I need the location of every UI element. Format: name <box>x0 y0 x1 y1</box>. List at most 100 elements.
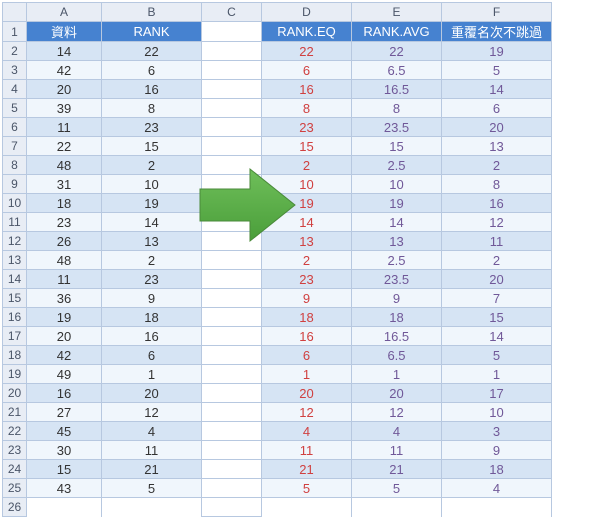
cell-rankavg[interactable]: 16.5 <box>352 327 442 346</box>
cell-rankeq[interactable]: 22 <box>262 42 352 61</box>
header-data[interactable]: 資料 <box>27 22 102 42</box>
cell-rankeq[interactable]: 6 <box>262 346 352 365</box>
cell-rank[interactable]: 6 <box>102 61 202 80</box>
cell[interactable] <box>352 498 442 517</box>
row-header[interactable]: 25 <box>3 479 27 498</box>
cell-rankeq[interactable]: 2 <box>262 251 352 270</box>
cell-nogap[interactable]: 17 <box>442 384 552 403</box>
cell-rank[interactable]: 22 <box>102 42 202 61</box>
cell-rankavg[interactable]: 12 <box>352 403 442 422</box>
cell-rank[interactable]: 11 <box>102 441 202 460</box>
cell-rank[interactable]: 15 <box>102 137 202 156</box>
cell-nogap[interactable]: 1 <box>442 365 552 384</box>
cell-rankeq[interactable]: 23 <box>262 270 352 289</box>
cell-rankavg[interactable]: 2.5 <box>352 251 442 270</box>
cell-nogap[interactable]: 7 <box>442 289 552 308</box>
cell[interactable] <box>27 498 102 517</box>
cell-data[interactable]: 45 <box>27 422 102 441</box>
cell-data[interactable]: 16 <box>27 384 102 403</box>
cell-rankeq[interactable]: 5 <box>262 479 352 498</box>
cell[interactable] <box>102 498 202 517</box>
row-header[interactable]: 24 <box>3 460 27 479</box>
cell[interactable] <box>202 498 262 517</box>
cell-data[interactable]: 30 <box>27 441 102 460</box>
cell-data[interactable]: 20 <box>27 80 102 99</box>
cell-blank[interactable] <box>202 80 262 99</box>
cell-blank[interactable] <box>202 61 262 80</box>
cell-blank[interactable] <box>202 289 262 308</box>
col-header-A[interactable]: A <box>27 3 102 22</box>
cell-nogap[interactable]: 19 <box>442 42 552 61</box>
row-header[interactable]: 16 <box>3 308 27 327</box>
cell-rankavg[interactable]: 11 <box>352 441 442 460</box>
cell-nogap[interactable]: 10 <box>442 403 552 422</box>
cell-rank[interactable]: 20 <box>102 384 202 403</box>
cell-rank[interactable]: 12 <box>102 403 202 422</box>
cell-data[interactable]: 11 <box>27 270 102 289</box>
cell-rankeq[interactable]: 2 <box>262 156 352 175</box>
cell[interactable] <box>442 498 552 517</box>
col-header-C[interactable]: C <box>202 3 262 22</box>
cell-blank[interactable] <box>202 232 262 251</box>
cell-blank[interactable] <box>202 213 262 232</box>
cell-blank[interactable] <box>202 22 262 42</box>
cell-blank[interactable] <box>202 403 262 422</box>
cell-rankavg[interactable]: 1 <box>352 365 442 384</box>
row-header[interactable]: 10 <box>3 194 27 213</box>
cell-rankeq[interactable]: 20 <box>262 384 352 403</box>
cell-nogap[interactable]: 2 <box>442 156 552 175</box>
row-header[interactable]: 6 <box>3 118 27 137</box>
row-header[interactable]: 18 <box>3 346 27 365</box>
header-rankeq[interactable]: RANK.EQ <box>262 22 352 42</box>
cell-rankeq[interactable]: 11 <box>262 441 352 460</box>
cell-rankeq[interactable]: 16 <box>262 80 352 99</box>
cell-data[interactable]: 42 <box>27 346 102 365</box>
header-nogap[interactable]: 重覆名次不跳過 <box>442 22 552 42</box>
cell-data[interactable]: 49 <box>27 365 102 384</box>
cell-rank[interactable]: 8 <box>102 99 202 118</box>
row-header[interactable]: 5 <box>3 99 27 118</box>
cell-rank[interactable]: 19 <box>102 194 202 213</box>
cell-rankavg[interactable]: 20 <box>352 384 442 403</box>
cell-rankeq[interactable]: 1 <box>262 365 352 384</box>
row-header[interactable]: 2 <box>3 42 27 61</box>
row-header[interactable]: 14 <box>3 270 27 289</box>
row-header[interactable]: 17 <box>3 327 27 346</box>
cell-rank[interactable]: 4 <box>102 422 202 441</box>
row-header[interactable]: 7 <box>3 137 27 156</box>
cell-nogap[interactable]: 11 <box>442 232 552 251</box>
cell-rank[interactable]: 13 <box>102 232 202 251</box>
cell-data[interactable]: 39 <box>27 99 102 118</box>
cell-blank[interactable] <box>202 156 262 175</box>
corner-cell[interactable] <box>3 3 27 22</box>
cell-rankeq[interactable]: 13 <box>262 232 352 251</box>
cell-rank[interactable]: 2 <box>102 156 202 175</box>
cell-data[interactable]: 14 <box>27 42 102 61</box>
cell-blank[interactable] <box>202 251 262 270</box>
cell-nogap[interactable]: 13 <box>442 137 552 156</box>
cell-nogap[interactable]: 5 <box>442 346 552 365</box>
cell-data[interactable]: 11 <box>27 118 102 137</box>
row-header[interactable]: 19 <box>3 365 27 384</box>
header-rankavg[interactable]: RANK.AVG <box>352 22 442 42</box>
cell-blank[interactable] <box>202 479 262 498</box>
cell-data[interactable]: 19 <box>27 308 102 327</box>
cell-nogap[interactable]: 18 <box>442 460 552 479</box>
cell-data[interactable]: 18 <box>27 194 102 213</box>
cell-rankavg[interactable]: 8 <box>352 99 442 118</box>
cell-rankavg[interactable]: 6.5 <box>352 61 442 80</box>
cell-nogap[interactable]: 20 <box>442 118 552 137</box>
cell-rankeq[interactable]: 19 <box>262 194 352 213</box>
row-header[interactable]: 20 <box>3 384 27 403</box>
cell-rankavg[interactable]: 23.5 <box>352 118 442 137</box>
row-header[interactable]: 12 <box>3 232 27 251</box>
row-header[interactable]: 8 <box>3 156 27 175</box>
header-rank[interactable]: RANK <box>102 22 202 42</box>
cell-rank[interactable]: 1 <box>102 365 202 384</box>
row-header[interactable]: 26 <box>3 498 27 517</box>
cell-rank[interactable]: 2 <box>102 251 202 270</box>
cell-blank[interactable] <box>202 422 262 441</box>
cell-rankavg[interactable]: 19 <box>352 194 442 213</box>
cell-nogap[interactable]: 14 <box>442 80 552 99</box>
row-header[interactable]: 1 <box>3 22 27 42</box>
